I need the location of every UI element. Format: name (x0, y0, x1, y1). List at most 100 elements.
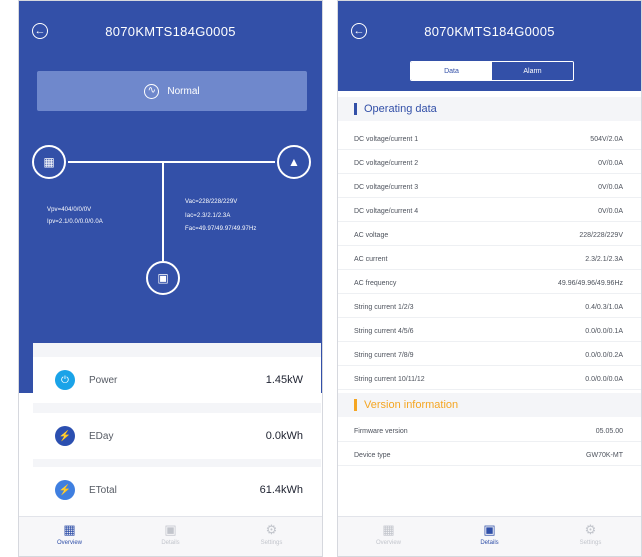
ac-current: Iac=2.3/2.1/2.3A (185, 212, 231, 219)
bottom-nav: ▦ Overview ▣ Details ⚙ Settings (338, 516, 641, 556)
row-value: 0.0/0.0/0.2A (585, 351, 623, 359)
overview-screen: ← 8070KMTS184G0005 ∿ Normal ▦ ▲ ▣ Vpv=40… (18, 0, 323, 557)
row-label: DC voltage/current 1 (354, 135, 419, 143)
details-icon: ▣ (483, 522, 496, 537)
row-label: AC current (354, 255, 388, 263)
operating-data-title: Operating data (364, 103, 437, 115)
flow-line-grid (170, 161, 275, 163)
row-value: 0V/0.0A (598, 207, 623, 215)
header: ← 8070KMTS184G0005 (19, 1, 322, 61)
power-card[interactable]: ⏻ Power 1.45kW (33, 357, 321, 403)
row-value: 0V/0.0A (598, 159, 623, 167)
version-accent-bar (354, 399, 357, 411)
data-row: AC voltage 228/228/229V (338, 225, 641, 246)
nav-details-label: Details (161, 540, 180, 546)
row-label: DC voltage/current 2 (354, 159, 419, 167)
data-row: DC voltage/current 1 504V/2.0A (338, 129, 641, 150)
flow-line-inverter (162, 161, 164, 261)
power-label: Power (89, 374, 118, 386)
data-row: DC voltage/current 3 0V/0.0A (338, 177, 641, 198)
data-row: String current 7/8/9 0.0/0.0/0.2A (338, 345, 641, 366)
row-value: 0V/0.0A (598, 183, 623, 191)
data-row: DC voltage/current 4 0V/0.0A (338, 201, 641, 222)
nav-settings[interactable]: ⚙ Settings (221, 517, 322, 556)
etotal-bolt-icon: ⚡ (55, 480, 75, 500)
nav-settings-label: Settings (260, 540, 283, 546)
etotal-card[interactable]: ⚡ ETotal 61.4kWh (33, 467, 321, 513)
details-screen: ← 8070KMTS184G0005 Data Alarm Operating … (337, 0, 642, 557)
details-icon: ▣ (164, 522, 177, 537)
eday-card[interactable]: ⚡ EDay 0.0kWh (33, 413, 321, 459)
data-row: String current 4/5/6 0.0/0.0/0.1A (338, 321, 641, 342)
inverter-icon: ▣ (157, 271, 169, 285)
nav-overview[interactable]: ▦ Overview (19, 517, 120, 556)
eday-bolt-icon: ⚡ (55, 426, 75, 446)
ac-frequency: Fac=49.97/49.97/49.97Hz (185, 226, 257, 232)
row-label: String current 7/8/9 (354, 351, 414, 359)
device-title: 8070KMTS184G0005 (424, 24, 555, 39)
pv-panel-node: ▦ (32, 145, 66, 179)
status-label: Normal (167, 85, 200, 97)
row-value: GW70K-MT (586, 451, 623, 459)
grid-icon: ▦ (63, 522, 76, 537)
grid-node: ▲ (277, 145, 311, 179)
row-label: String current 4/5/6 (354, 327, 414, 335)
ac-readings: Vac=228/228/229V Iac=2.3/2.1/2.3A Fac=49… (185, 199, 257, 234)
nav-overview[interactable]: ▦ Overview (338, 517, 439, 556)
pv-readings: Vpv=404/0/0/0V Ipv=2.1/0.0/0.0/0.0A (47, 207, 103, 226)
ac-voltage: Vac=228/228/229V (185, 199, 238, 205)
tab-alarm[interactable]: Alarm (492, 62, 573, 80)
etotal-value: 61.4kWh (259, 484, 303, 496)
version-info-header: Version information (338, 393, 641, 417)
row-value: 228/228/229V (579, 231, 623, 239)
data-row: String current 10/11/12 0.0/0.0/0.0A (338, 369, 641, 390)
power-value: 1.45kW (265, 374, 303, 386)
data-row: Firmware version 05.05.00 (338, 421, 641, 442)
device-title: 8070KMTS184G0005 (105, 24, 236, 39)
gear-icon: ⚙ (584, 522, 597, 537)
nav-details[interactable]: ▣ Details (439, 517, 540, 556)
nav-overview-label: Overview (375, 540, 401, 546)
tab-switch: Data Alarm (410, 61, 574, 81)
eday-value: 0.0kWh (265, 430, 303, 442)
row-label: DC voltage/current 3 (354, 183, 419, 191)
row-label: String current 1/2/3 (354, 303, 414, 311)
sine-wave-icon: ∿ (144, 83, 160, 99)
operating-data-header: Operating data (338, 97, 641, 121)
nav-details[interactable]: ▣ Details (120, 517, 221, 556)
row-value: 2.3/2.1/2.3A (585, 255, 623, 263)
power-icon: ⏻ (55, 370, 75, 390)
data-row: String current 1/2/3 0.4/0.3/1.0A (338, 297, 641, 318)
nav-settings-label: Settings (579, 540, 602, 546)
status-panel: ∿ Normal (37, 71, 307, 111)
summary-panel: ⏻ Power 1.45kW ⚡ EDay 0.0kWh ⚡ ETotal 61… (33, 343, 321, 513)
etotal-label: ETotal (89, 484, 117, 496)
data-row: Device type GW70K-MT (338, 445, 641, 466)
row-value: 0.0/0.0/0.0A (585, 375, 623, 383)
row-value: 05.05.00 (595, 427, 623, 435)
data-row: DC voltage/current 2 0V/0.0A (338, 153, 641, 174)
row-label: AC voltage (354, 231, 389, 239)
header: ← 8070KMTS184G0005 (338, 1, 641, 61)
nav-settings[interactable]: ⚙ Settings (540, 517, 641, 556)
row-label: Firmware version (354, 427, 408, 435)
row-value: 504V/2.0A (590, 135, 623, 143)
row-label: String current 10/11/12 (354, 375, 425, 383)
nav-overview-label: Overview (56, 540, 82, 546)
gear-icon: ⚙ (265, 522, 278, 537)
tab-data[interactable]: Data (411, 62, 492, 80)
row-value: 49.96/49.96/49.96Hz (558, 279, 623, 287)
pv-voltage: Vpv=404/0/0/0V (47, 207, 92, 213)
row-value: 0.4/0.3/1.0A (585, 303, 623, 311)
inverter-node: ▣ (146, 261, 180, 295)
eday-label: EDay (89, 430, 114, 442)
grid-icon: ▦ (382, 522, 395, 537)
grid-tower-icon: ▲ (288, 155, 300, 169)
row-label: DC voltage/current 4 (354, 207, 419, 215)
data-row: AC current 2.3/2.1/2.3A (338, 249, 641, 270)
operating-accent-bar (354, 103, 357, 115)
row-label: Device type (354, 451, 391, 459)
data-row: AC frequency 49.96/49.96/49.96Hz (338, 273, 641, 294)
pv-current: Ipv=2.1/0.0/0.0/0.0A (47, 218, 103, 225)
energy-flow-diagram: ▦ ▲ ▣ Vpv=404/0/0/0V Ipv=2.1/0.0/0.0/0.0… (19, 121, 322, 321)
